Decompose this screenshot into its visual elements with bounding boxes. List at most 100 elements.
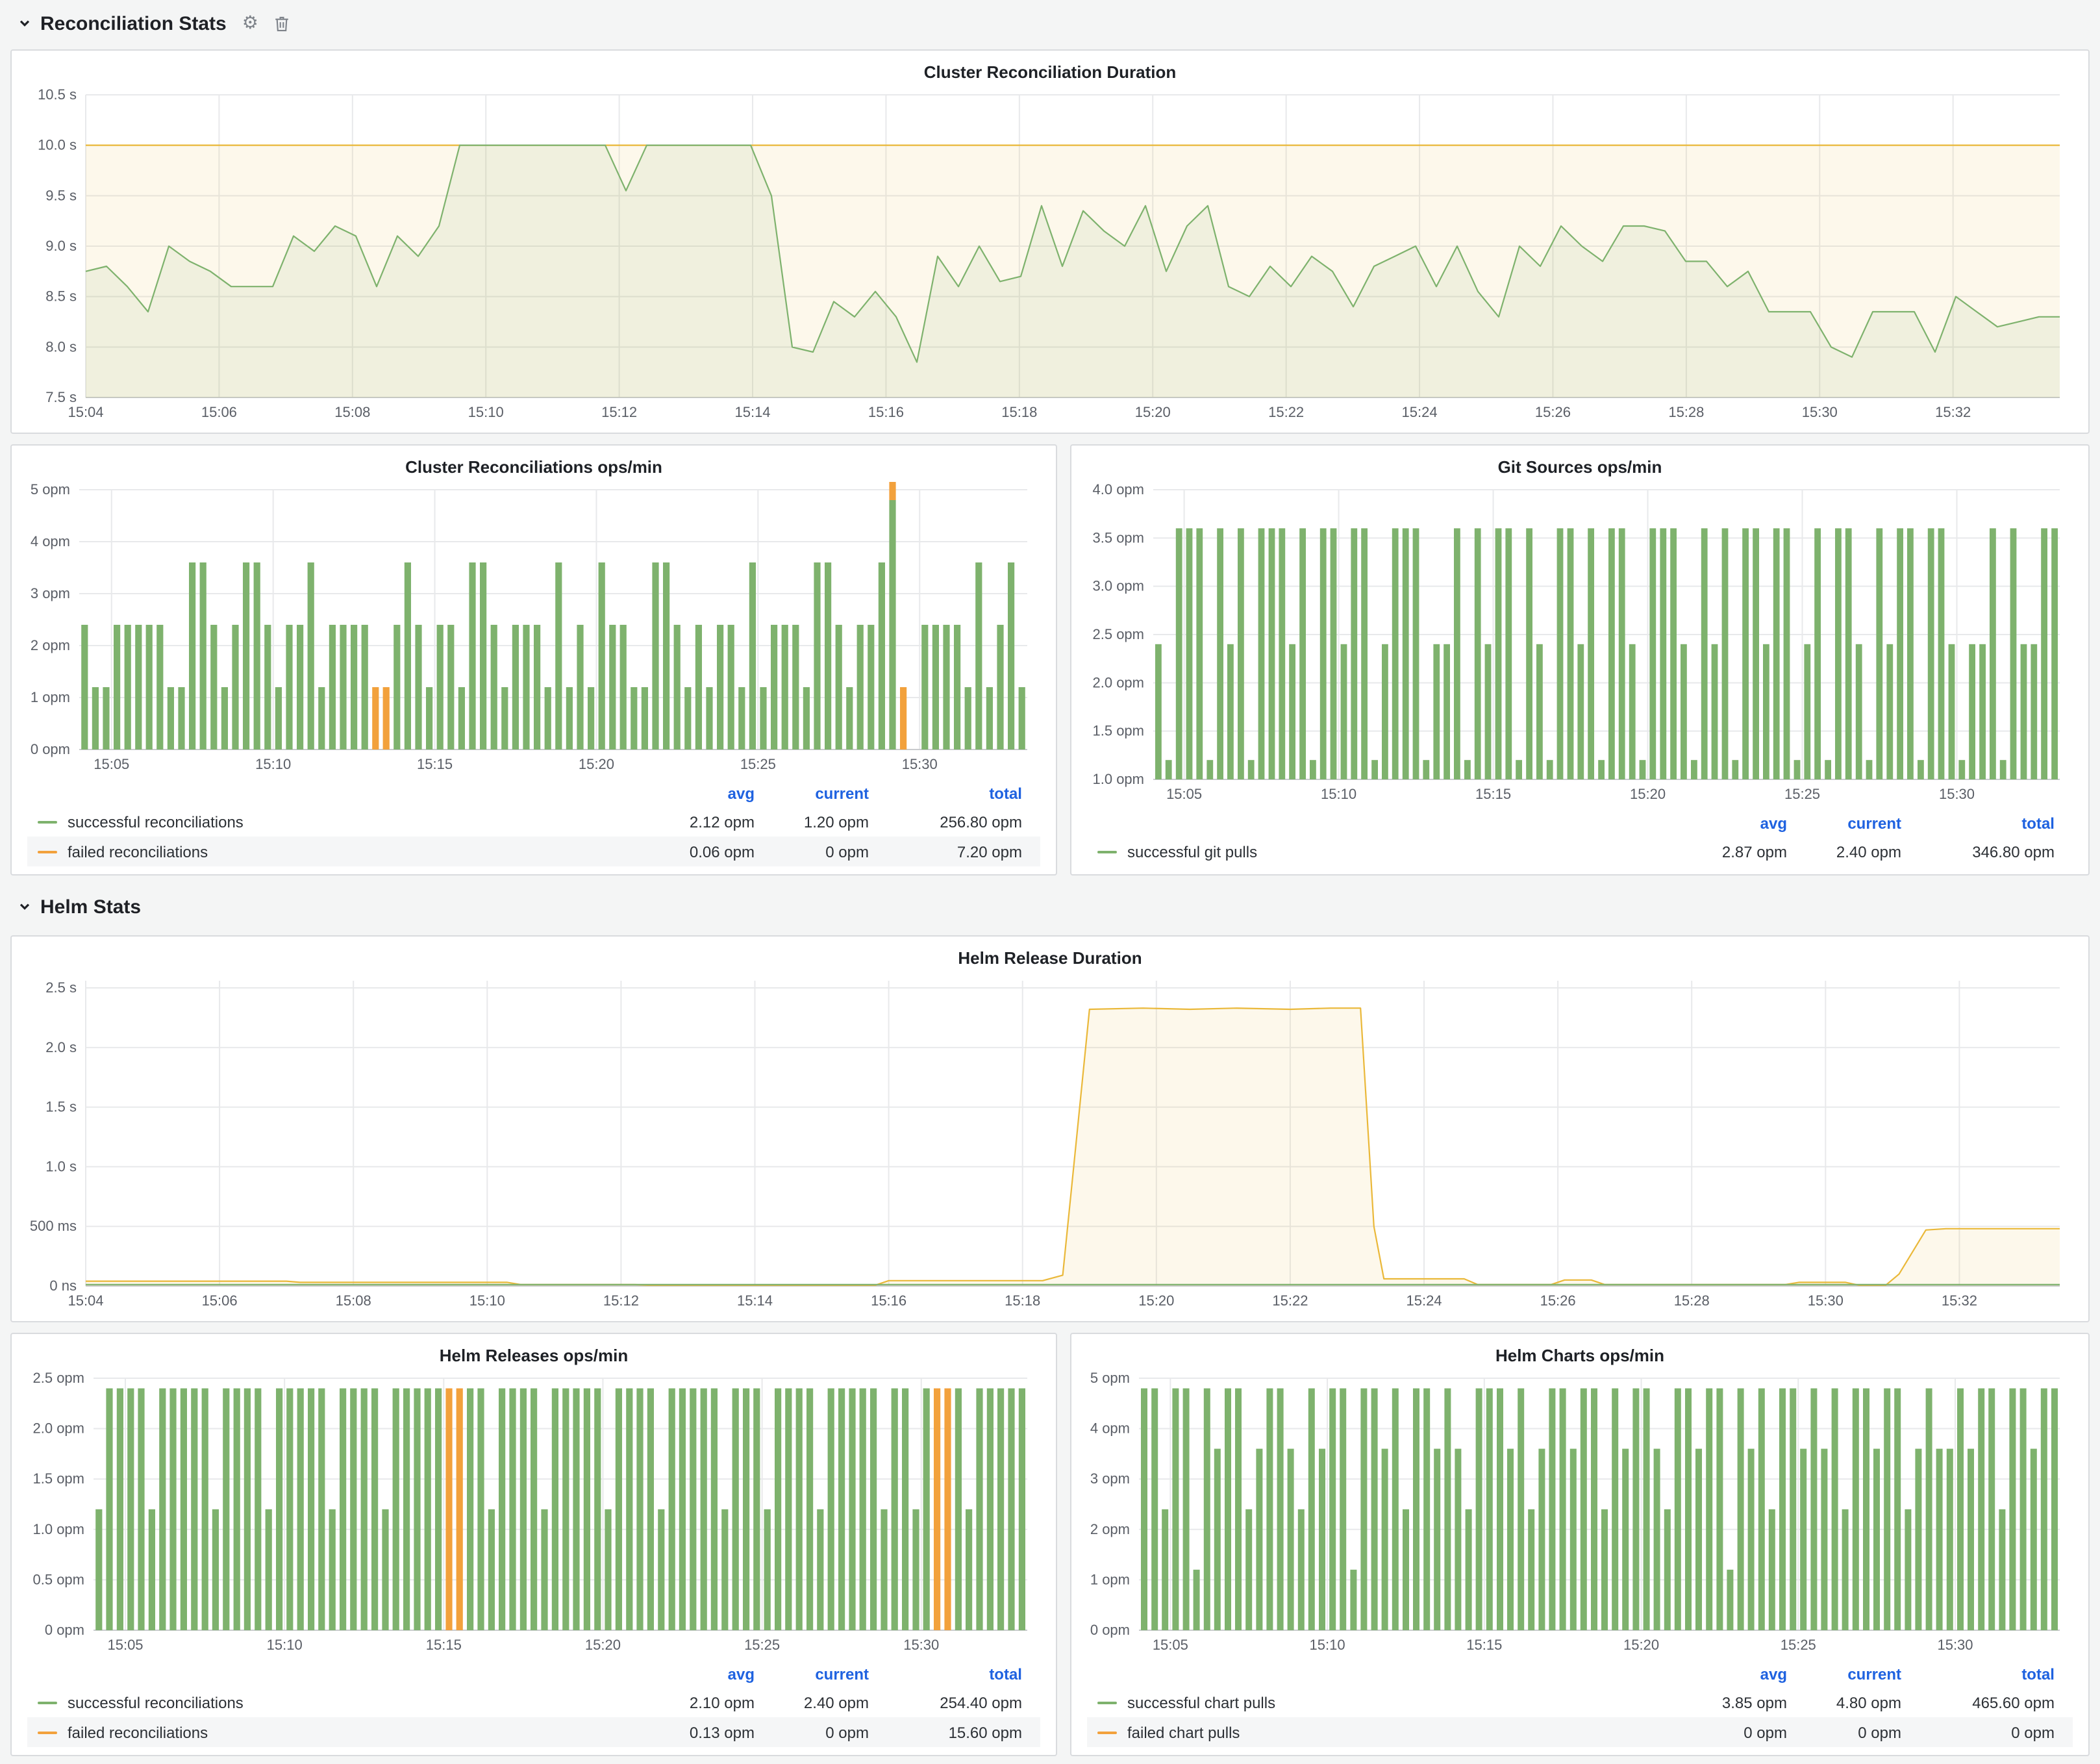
panel-title-text: Helm Charts ops/min xyxy=(1495,1345,1664,1365)
legend-sort-current[interactable]: current xyxy=(773,1665,887,1683)
panel-title-text: Cluster Reconciliations ops/min xyxy=(405,457,662,476)
svg-text:2.5 s: 2.5 s xyxy=(45,979,77,996)
svg-text:9.5 s: 9.5 s xyxy=(45,187,77,203)
legend-sort-avg[interactable]: avg xyxy=(643,1665,773,1683)
svg-text:15:10: 15:10 xyxy=(1321,786,1356,802)
legend-sort-current[interactable]: current xyxy=(1805,1665,1919,1683)
svg-text:10.0 s: 10.0 s xyxy=(38,137,77,153)
legend-sort-total[interactable]: total xyxy=(1919,1665,2073,1683)
git-sources-bar-plot[interactable]: 15:0515:1015:1515:2015:2515:301.0 opm1.5… xyxy=(1084,482,2075,807)
gear-icon[interactable]: ⚙ xyxy=(242,14,258,32)
trash-icon[interactable] xyxy=(274,15,290,32)
svg-text:15:16: 15:16 xyxy=(868,404,904,420)
panel-title[interactable]: Helm Release Duration xyxy=(25,942,2075,973)
helm-releases-bar-plot[interactable]: 15:0515:1015:1515:2015:2515:300 opm0.5 o… xyxy=(25,1370,1043,1657)
legend-series-name[interactable]: failed reconciliations xyxy=(68,842,208,861)
legend-sort-avg[interactable]: avg xyxy=(643,784,773,802)
section-header-reconciliation-stats: Reconciliation Stats ⚙ xyxy=(0,5,2100,42)
legend-sort-avg[interactable]: avg xyxy=(1675,1665,1805,1683)
svg-text:1.5 s: 1.5 s xyxy=(45,1099,77,1115)
svg-text:15:25: 15:25 xyxy=(740,756,776,772)
helm-release-duration-plot[interactable]: 15:0415:0615:0815:1015:1215:1415:1615:18… xyxy=(25,973,2075,1313)
svg-text:15:32: 15:32 xyxy=(1942,1292,1977,1309)
svg-text:15:10: 15:10 xyxy=(267,1637,303,1653)
cluster-reconciliations-bar-plot[interactable]: 15:0515:1015:1515:2015:2515:300 opm1 opm… xyxy=(25,482,1043,777)
panel-title[interactable]: Helm Charts ops/min xyxy=(1084,1339,2075,1370)
svg-text:15:18: 15:18 xyxy=(1005,1292,1040,1309)
legend-series-name[interactable]: successful git pulls xyxy=(1127,842,1257,861)
panel-title[interactable]: Git Sources ops/min xyxy=(1084,451,2075,482)
svg-text:15:26: 15:26 xyxy=(1540,1292,1576,1309)
series-swatch-orange xyxy=(1097,1731,1117,1733)
svg-text:8.0 s: 8.0 s xyxy=(45,338,77,355)
legend-row: successful reconciliations 2.12 opm 1.20… xyxy=(27,807,1040,837)
svg-text:15:08: 15:08 xyxy=(336,1292,371,1309)
svg-text:15:20: 15:20 xyxy=(1623,1637,1659,1653)
svg-text:8.5 s: 8.5 s xyxy=(45,288,77,305)
legend-current-value: 0 opm xyxy=(773,842,887,861)
legend: avg current total successful chart pulls… xyxy=(1084,1657,2075,1747)
svg-text:15:20: 15:20 xyxy=(1630,786,1666,802)
svg-text:15:30: 15:30 xyxy=(902,756,938,772)
legend-current-value: 0 opm xyxy=(773,1723,887,1741)
helm-charts-bar-plot[interactable]: 15:0515:1015:1515:2015:2515:300 opm1 opm… xyxy=(1084,1370,2075,1657)
panel-cluster-reconciliations-opm: Cluster Reconciliations ops/min 15:05 15:… xyxy=(10,444,1057,876)
cluster-reconciliation-duration-plot[interactable]: 15:0415:0615:0815:1015:1215:1415:1615:18… xyxy=(25,87,2075,425)
svg-text:1 opm: 1 opm xyxy=(1090,1571,1130,1587)
section-toggle-helm-stats[interactable]: Helm Stats xyxy=(18,896,141,918)
svg-text:2 opm: 2 opm xyxy=(1090,1521,1130,1537)
legend-total-value: 15.60 opm xyxy=(887,1723,1040,1741)
svg-text:15:20: 15:20 xyxy=(579,756,614,772)
svg-text:15:18: 15:18 xyxy=(1001,404,1037,420)
legend-series-name[interactable]: successful reconciliations xyxy=(68,813,244,831)
legend-sort-current[interactable]: current xyxy=(773,784,887,802)
svg-text:15:25: 15:25 xyxy=(1781,1637,1816,1653)
svg-text:15:12: 15:12 xyxy=(603,1292,639,1309)
legend-row: failed reconciliations 0.06 opm 0 opm 7.… xyxy=(27,837,1040,866)
svg-text:1.5 opm: 1.5 opm xyxy=(1093,723,1145,739)
legend-sort-total[interactable]: total xyxy=(887,1665,1040,1683)
series-swatch-green xyxy=(38,1701,57,1704)
svg-text:15:30: 15:30 xyxy=(1808,1292,1844,1309)
svg-text:2 opm: 2 opm xyxy=(31,637,70,653)
panel-title-text: Helm Release Duration xyxy=(958,948,1142,967)
legend-sort-avg[interactable]: avg xyxy=(1675,814,1805,832)
panel-title[interactable]: Cluster Reconciliation Duration xyxy=(25,56,2075,87)
svg-text:15:10: 15:10 xyxy=(1310,1637,1345,1653)
svg-text:15:15: 15:15 xyxy=(417,756,453,772)
series-swatch-green xyxy=(38,820,57,823)
panel-title-text: Git Sources ops/min xyxy=(1498,457,1662,476)
section-title: Reconciliation Stats xyxy=(40,12,227,34)
section-toggle-reconciliation-stats[interactable]: Reconciliation Stats xyxy=(18,12,227,34)
legend-sort-current[interactable]: current xyxy=(1805,814,1919,832)
panel-title[interactable]: Cluster Reconciliations ops/min xyxy=(25,451,1043,482)
legend-sort-total[interactable]: total xyxy=(1919,814,2073,832)
legend-row: failed chart pulls 0 opm 0 opm 0 opm xyxy=(1087,1717,2073,1747)
panel-helm-releases-opm: Helm Releases ops/min 15:0515:1015:1515:… xyxy=(10,1333,1057,1756)
legend-avg-value: 2.10 opm xyxy=(643,1693,773,1711)
svg-text:15:28: 15:28 xyxy=(1668,404,1704,420)
svg-text:7.5 s: 7.5 s xyxy=(45,389,77,405)
svg-text:4.0 opm: 4.0 opm xyxy=(1093,482,1145,498)
legend-series-name[interactable]: successful reconciliations xyxy=(68,1693,244,1711)
legend: avg current total successful reconciliat… xyxy=(25,1657,1043,1747)
svg-text:15:05: 15:05 xyxy=(94,756,129,772)
panel-title[interactable]: Helm Releases ops/min xyxy=(25,1339,1043,1370)
panel-title-text: Cluster Reconciliation Duration xyxy=(924,62,1177,81)
grafana-dashboard: Reconciliation Stats ⚙ Cluster Reconcili… xyxy=(0,0,2100,1764)
chevron-down-icon xyxy=(18,900,31,913)
svg-text:15:24: 15:24 xyxy=(1402,404,1438,420)
legend-sort-total[interactable]: total xyxy=(887,784,1040,802)
svg-text:15:05: 15:05 xyxy=(1166,786,1202,802)
legend-avg-value: 2.87 opm xyxy=(1675,842,1805,861)
svg-text:15:25: 15:25 xyxy=(744,1637,780,1653)
panel-row: Helm Releases ops/min 15:0515:1015:1515:… xyxy=(10,1333,2090,1756)
legend-series-name[interactable]: failed reconciliations xyxy=(68,1723,208,1741)
legend-series-name[interactable]: failed chart pulls xyxy=(1127,1723,1240,1741)
svg-text:0 opm: 0 opm xyxy=(31,741,70,757)
legend: avg current total successful git pulls 2… xyxy=(1084,807,2075,866)
legend: avg current total successful reconciliat… xyxy=(25,777,1043,866)
legend-series-name[interactable]: successful chart pulls xyxy=(1127,1693,1275,1711)
legend-total-value: 346.80 opm xyxy=(1919,842,2073,861)
series-swatch-green xyxy=(1097,850,1117,853)
